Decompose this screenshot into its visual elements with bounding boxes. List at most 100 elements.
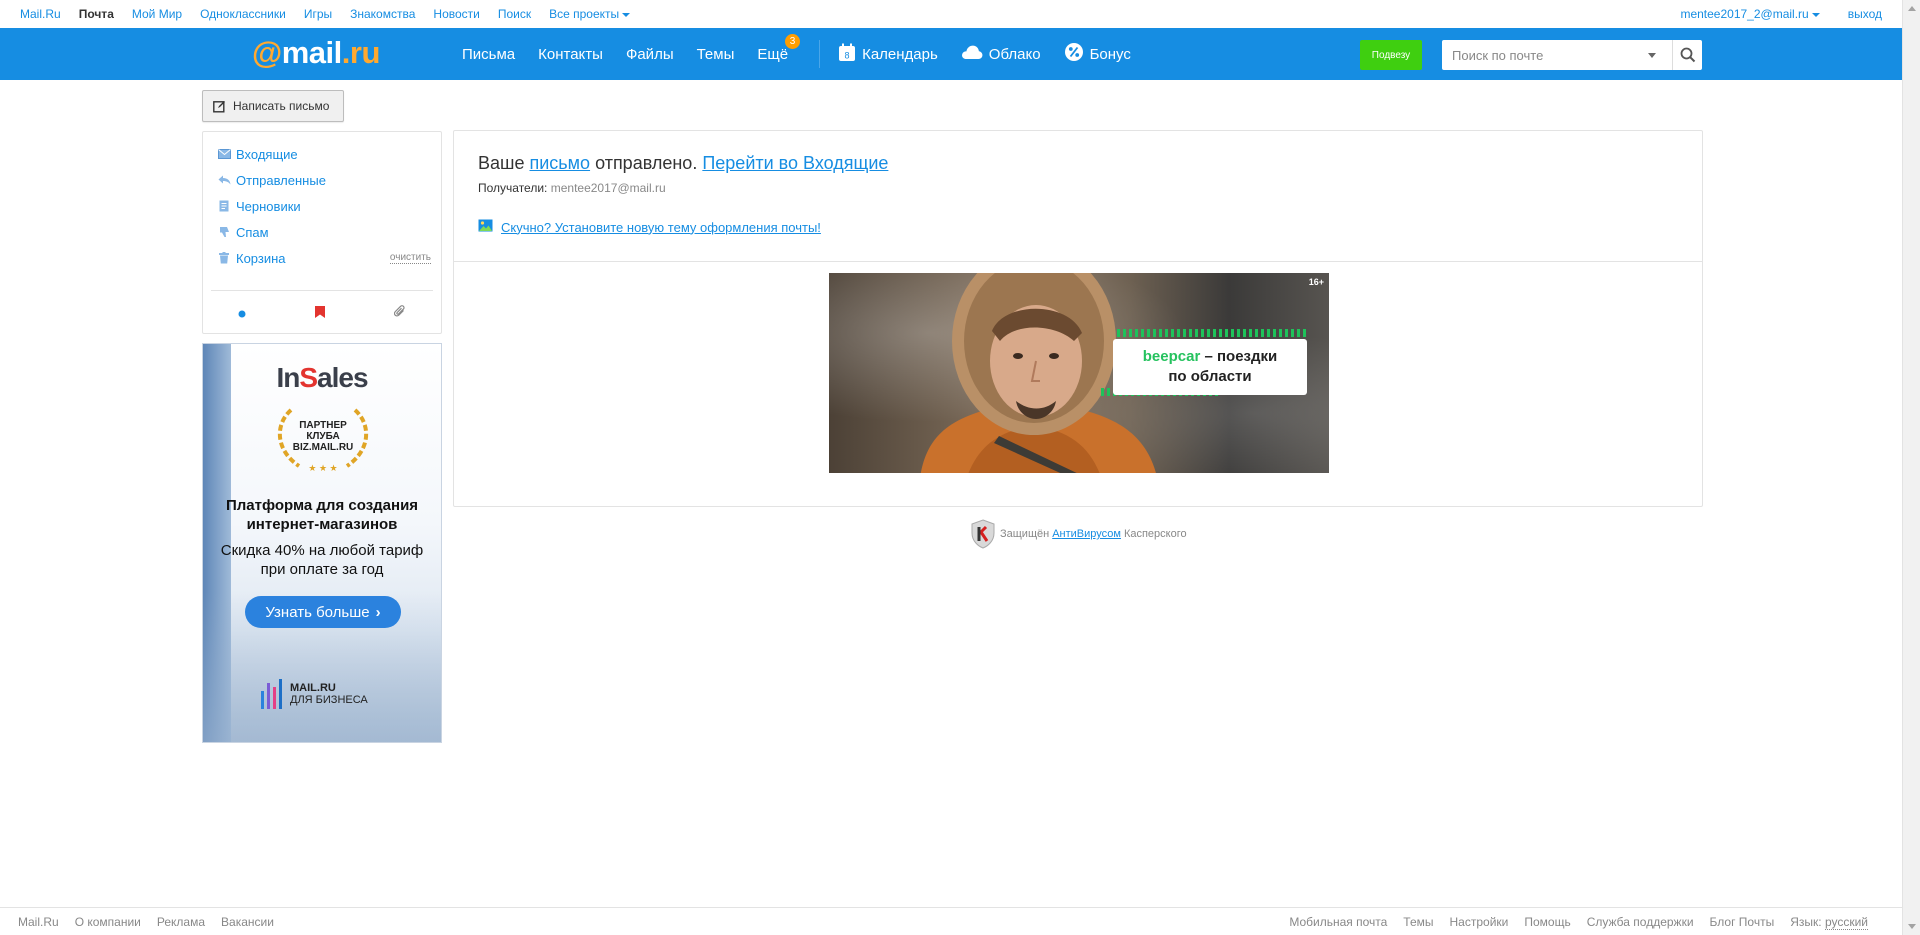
footer-link-themes[interactable]: Темы — [1403, 915, 1433, 929]
footer-link-jobs[interactable]: Вакансии — [221, 915, 274, 929]
logout-link[interactable]: выход — [1848, 7, 1882, 21]
footer-left-links: Mail.Ru О компании Реклама Вакансии — [0, 915, 274, 929]
portal-link-myworld[interactable]: Мой Мир — [132, 7, 182, 21]
mailru-logo[interactable]: @ mail .ru — [252, 35, 380, 71]
unread-filter-icon[interactable] — [238, 305, 246, 323]
reply-arrow-icon — [217, 175, 231, 185]
folder-trash[interactable]: Корзина — [217, 248, 286, 268]
folder-inbox-label: Входящие — [236, 146, 298, 162]
search-options-dropdown-icon[interactable] — [1648, 52, 1656, 58]
footer-link-support[interactable]: Служба поддержки — [1587, 915, 1694, 929]
trash-icon — [217, 252, 231, 264]
portal-link-all-projects[interactable]: Все проекты — [549, 7, 631, 21]
insales-logo-ales: ales — [317, 362, 368, 393]
business-brand: MAIL.RU — [290, 682, 336, 694]
portal-link-games[interactable]: Игры — [304, 7, 332, 21]
more-count-badge: 3 — [785, 33, 801, 49]
compose-icon — [213, 100, 226, 113]
nav-calendar-label: Календарь — [862, 45, 938, 63]
nav-themes[interactable]: Темы — [697, 46, 735, 63]
user-email: mentee2017_2@mail.ru — [1680, 7, 1809, 21]
folders-panel: Входящие Отправленные Черновики Спам Кор… — [202, 131, 442, 334]
portal-link-news[interactable]: Новости — [433, 7, 479, 21]
language-selector: Язык: русский — [1790, 914, 1868, 930]
partner-badge: ПАРТНЕР КЛУБА BIZ.MAIL.RU — [275, 407, 371, 465]
age-rating: 16+ — [1308, 277, 1324, 287]
main-nav: Письма Контакты Файлы Темы Ещё 3 8 Календ… — [462, 28, 1154, 80]
nav-cloud-label: Облако — [988, 45, 1041, 63]
footer-link-mailru[interactable]: Mail.Ru — [18, 915, 59, 929]
draft-document-icon — [217, 200, 231, 212]
podvezu-button[interactable]: Подвезу — [1360, 40, 1422, 70]
scroll-up-icon[interactable] — [1908, 6, 1916, 11]
nav-files-label: Файлы — [625, 45, 674, 63]
attachment-filter-icon[interactable] — [394, 305, 406, 323]
calendar-day: 8 — [845, 50, 850, 60]
portal-link-dating[interactable]: Знакомства — [350, 7, 415, 21]
search-input[interactable] — [1442, 41, 1648, 69]
portal-link-mailru[interactable]: Mail.Ru — [20, 7, 61, 21]
partner-badge-line3: BIZ.MAIL.RU — [292, 441, 354, 453]
search-icon[interactable] — [1672, 40, 1702, 70]
user-menu[interactable]: mentee2017_2@mail.ru — [1680, 7, 1820, 21]
insales-logo-in: In — [276, 362, 300, 393]
sent-text: отправлено. — [595, 153, 698, 173]
portal-link-ok[interactable]: Одноклассники — [200, 7, 286, 21]
banner-text-card: beepcar – поездки по области — [1113, 339, 1307, 395]
folder-drafts[interactable]: Черновики — [217, 196, 301, 216]
kaspersky-antivirus-link[interactable]: АнтиВирусом — [1052, 528, 1121, 540]
portal-user: mentee2017_2@mail.ru выход — [1680, 7, 1882, 21]
footer-link-about[interactable]: О компании — [75, 915, 141, 929]
open-letter-link[interactable]: письмо — [529, 153, 590, 173]
nav-letters[interactable]: Письма — [462, 46, 515, 63]
compose-button[interactable]: Написать письмо — [202, 90, 344, 122]
portal-link-mail[interactable]: Почта — [79, 7, 114, 21]
bonus-percent-icon — [1064, 42, 1084, 66]
nav-letters-label: Письма — [462, 45, 516, 63]
theme-promo-link[interactable]: Скучно? Установите новую тему оформления… — [501, 220, 821, 235]
insales-ad[interactable]: InSales ★ ★ ★ ПАРТНЕР КЛУБА BIZ.MAIL.RU … — [202, 343, 442, 743]
footer-link-help[interactable]: Помощь — [1524, 915, 1570, 929]
ad-learn-more-button[interactable]: Узнать больше › — [245, 596, 401, 628]
beepcar-banner[interactable]: 16+ beepcar – поездки по области — [829, 273, 1329, 473]
kaspersky-prefix: Защищён — [1000, 528, 1050, 540]
calendar-icon: 8 — [838, 43, 856, 66]
nav-bonus[interactable]: Бонус — [1064, 42, 1131, 66]
kaspersky-protection: Защищён АнтиВирусом Касперского — [970, 519, 1187, 549]
flag-filter-icon[interactable] — [314, 305, 325, 323]
recipients-value: mentee2017@mail.ru — [550, 181, 666, 195]
portal-link-search[interactable]: Поиск — [498, 7, 531, 21]
footer-link-blog[interactable]: Блог Почты — [1710, 915, 1775, 929]
banner-text1: – поездки — [1200, 348, 1278, 365]
folder-inbox[interactable]: Входящие — [217, 144, 298, 164]
sent-prefix: Ваше — [478, 153, 525, 173]
banner-brand: beepcar — [1142, 348, 1201, 365]
folder-sent[interactable]: Отправленные — [217, 170, 326, 190]
nav-contacts[interactable]: Контакты — [538, 46, 603, 63]
footer-link-settings[interactable]: Настройки — [1450, 915, 1509, 929]
language-value[interactable]: русский — [1824, 914, 1868, 930]
nav-files[interactable]: Файлы — [626, 46, 674, 63]
footer-link-ads[interactable]: Реклама — [157, 915, 205, 929]
page-footer: Mail.Ru О компании Реклама Вакансии Моби… — [0, 907, 1902, 935]
nav-more[interactable]: Ещё 3 — [757, 33, 801, 63]
scroll-down-icon[interactable] — [1908, 924, 1916, 929]
nav-calendar[interactable]: 8 Календарь — [838, 43, 938, 66]
language-label: Язык: — [1790, 914, 1822, 929]
folder-trash-label: Корзина — [236, 250, 286, 266]
clear-trash-link[interactable]: очистить — [389, 252, 431, 264]
logo-at: @ — [252, 35, 282, 70]
cloud-icon — [961, 44, 983, 64]
mail-header: @ mail .ru Письма Контакты Файлы Темы Ещё 3… — [0, 28, 1902, 80]
footer-link-mobile[interactable]: Мобильная почта — [1289, 915, 1387, 929]
sent-status-line: Ваше письмо отправлено. Перейти во Входя… — [478, 153, 888, 174]
folder-spam[interactable]: Спам — [217, 222, 269, 242]
kaspersky-suffix: Касперского — [1123, 528, 1187, 540]
all-projects-label: Все проекты — [549, 7, 620, 21]
go-to-inbox-link[interactable]: Перейти во Входящие — [702, 153, 888, 173]
folder-sent-label: Отправленные — [236, 172, 326, 188]
thumbs-down-icon — [217, 226, 231, 238]
footer-right-links: Мобильная почта Темы Настройки Помощь Сл… — [1289, 914, 1868, 930]
page-scrollbar[interactable] — [1902, 0, 1920, 935]
nav-cloud[interactable]: Облако — [961, 44, 1041, 64]
